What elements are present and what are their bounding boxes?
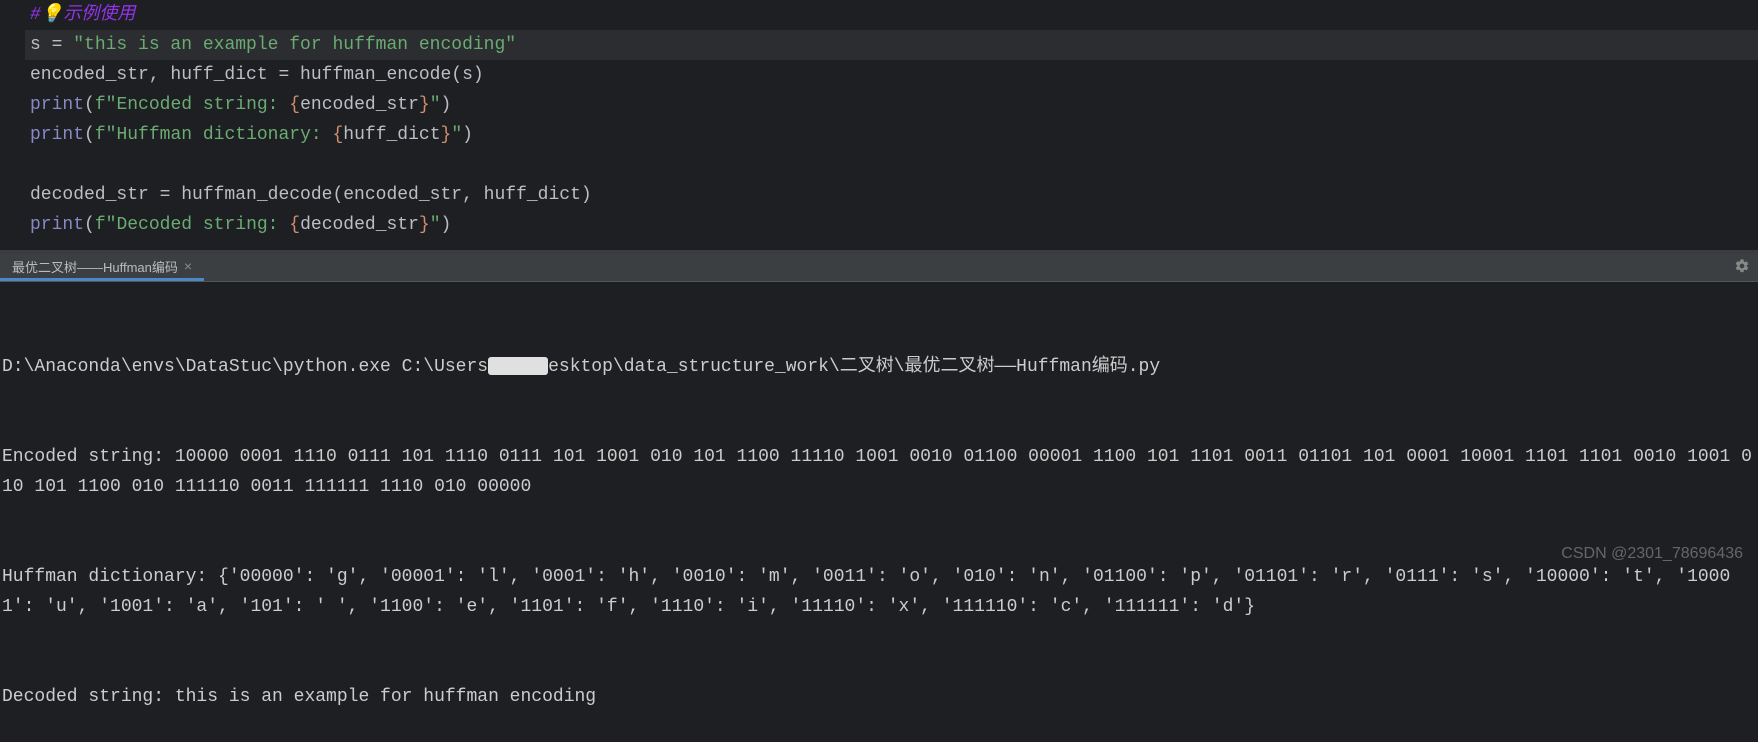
fstr-literal: "Huffman dictionary:: [106, 125, 333, 145]
code-line-3[interactable]: encoded_str, huff_dict = huffman_encode(…: [25, 60, 1758, 90]
output-dict: Huffman dictionary: {'00000': 'g', '0000…: [0, 562, 1758, 622]
f-prefix: f: [95, 95, 106, 115]
code-line-blank[interactable]: [25, 150, 1758, 180]
close-icon[interactable]: ×: [184, 258, 192, 274]
fstr-end: ": [451, 125, 462, 145]
brace-close: }: [419, 215, 430, 235]
gear-icon[interactable]: [1734, 258, 1750, 280]
fstr-var: huff_dict: [343, 125, 440, 145]
code-line-8[interactable]: print(f"Decoded string: {decoded_str}"): [25, 210, 1758, 240]
output-encoded: Encoded string: 10000 0001 1110 0111 101…: [0, 442, 1758, 502]
paren-close: ): [462, 125, 473, 145]
code-line-comment[interactable]: #💡示例使用: [25, 0, 1758, 30]
brace-open: {: [332, 125, 343, 145]
terminal-tab-active[interactable]: 最优二叉树——Huffman编码 ×: [0, 254, 204, 281]
paren-close: ): [441, 215, 452, 235]
code-line-5[interactable]: print(f"Huffman dictionary: {huff_dict}"…: [25, 120, 1758, 150]
paren-open: (: [84, 95, 95, 115]
brace-open: {: [289, 95, 300, 115]
terminal-output[interactable]: D:\Anaconda\envs\DataStuc\python.exe C:\…: [0, 282, 1758, 742]
code-line-4[interactable]: print(f"Encoded string: {encoded_str}"): [25, 90, 1758, 120]
assign-op: =: [41, 35, 73, 55]
lightbulb-icon: 💡: [41, 0, 63, 30]
f-prefix: f: [95, 215, 106, 235]
print-builtin: print: [30, 125, 84, 145]
decode-call: decoded_str = huffman_decode(encoded_str…: [30, 185, 592, 205]
paren-open: (: [84, 125, 95, 145]
cmd-part1: D:\Anaconda\envs\DataStuc\python.exe C:\…: [2, 357, 488, 377]
paren-close: ): [441, 95, 452, 115]
terminal-command-line: D:\Anaconda\envs\DataStuc\python.exe C:\…: [0, 352, 1758, 382]
cmd-part2: esktop\data_structure_work\二叉树\最优二叉树——Hu…: [548, 357, 1160, 377]
brace-open: {: [289, 215, 300, 235]
output-decoded: Decoded string: this is an example for h…: [0, 682, 1758, 712]
fstr-literal: "Encoded string:: [106, 95, 290, 115]
terminal-tab-title: 最优二叉树——Huffman编码: [12, 257, 178, 276]
encode-call: encoded_str, huff_dict = huffman_encode(…: [30, 65, 484, 85]
fstr-end: ": [430, 215, 441, 235]
print-builtin: print: [30, 95, 84, 115]
brace-close: }: [441, 125, 452, 145]
watermark-text: CSDN @2301_78696436: [1561, 545, 1743, 563]
fstr-end: ": [430, 95, 441, 115]
code-line-7[interactable]: decoded_str = huffman_decode(encoded_str…: [25, 180, 1758, 210]
code-editor[interactable]: #💡示例使用 s = "this is an example for huffm…: [0, 0, 1758, 250]
var-s: s: [30, 35, 41, 55]
masked-username: [488, 357, 548, 375]
print-builtin: print: [30, 215, 84, 235]
comment-text: 示例使用: [63, 5, 135, 25]
terminal-tab-bar: 最优二叉树——Huffman编码 ×: [0, 254, 1758, 282]
paren-open: (: [84, 215, 95, 235]
string-literal: "this is an example for huffman encoding…: [73, 35, 516, 55]
fstr-var: encoded_str: [300, 95, 419, 115]
fstr-literal: "Decoded string:: [106, 215, 290, 235]
code-line-2[interactable]: s = "this is an example for huffman enco…: [25, 30, 1758, 60]
f-prefix: f: [95, 125, 106, 145]
comment-hash: #: [30, 5, 41, 25]
brace-close: }: [419, 95, 430, 115]
fstr-var: decoded_str: [300, 215, 419, 235]
